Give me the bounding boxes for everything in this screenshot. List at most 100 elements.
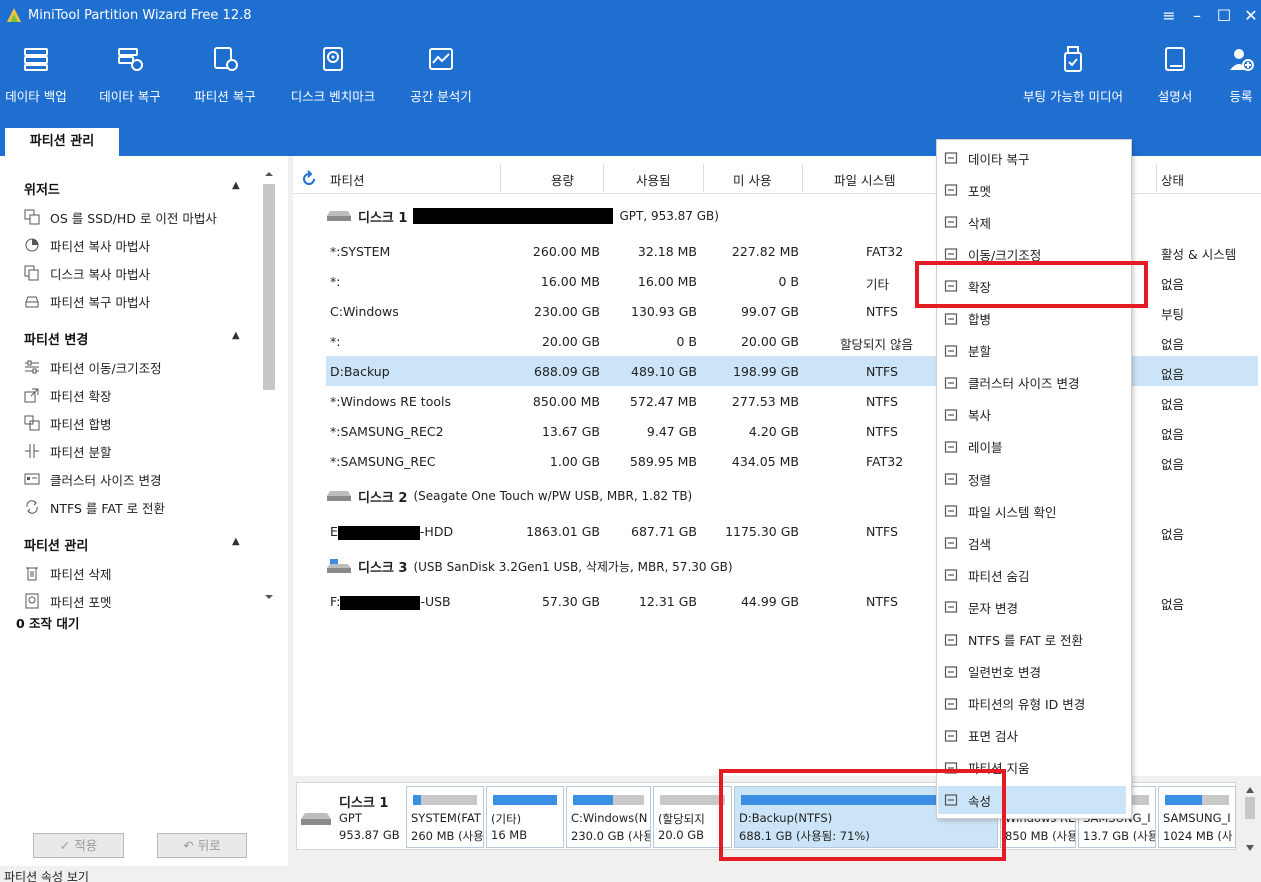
sidebar-item-move-resize[interactable]: 파티션 이동/크기조정 [24,356,162,378]
serial-number-icon [944,665,958,678]
sidebar-item-extend[interactable]: 파티션 확장 [24,384,111,406]
refresh-icon[interactable] [300,170,318,188]
sidebar-item-ntfs-to-fat[interactable]: NTFS 를 FAT 로 전환 [24,496,165,518]
used-cell: 589.95 MB [629,454,697,469]
partition-block[interactable]: SAMSUNG_I 1024 MB (사 [1158,786,1236,848]
sidebar-item-merge[interactable]: 파티션 합병 [24,412,111,434]
sidebar-scroll-thumb[interactable] [263,184,275,390]
partition-block[interactable]: C:Windows(N 230.0 GB (사용 [566,786,651,848]
cluster-size-icon [24,473,40,485]
menu-item-surface-test[interactable]: 표면 검사 [938,722,1126,750]
hide-partition-icon [944,569,958,581]
toolbar-data-backup-button[interactable]: 데이타 백업 [0,46,72,116]
collapse-caret-icon[interactable]: ▲ [232,330,240,341]
partition-name: *:Windows RE tools [330,394,451,409]
toolbar-manual-button[interactable]: 설명서 [1150,46,1200,116]
menu-item-data-recovery[interactable]: 데이타 복구 [938,144,1126,172]
partition-block-size: 16 MB [491,828,528,842]
toolbar-label: 설명서 [1157,89,1193,104]
sidebar-item-label: 파티션 이동/크기조정 [50,360,162,376]
status-cell: 없음 [1161,277,1185,292]
menu-item-label: 검색 [968,536,992,552]
menu-item-split[interactable]: 분할 [938,337,1126,365]
menu-item-label: 클러스터 사이즈 변경 [968,376,1080,392]
menu-item-change-type-id[interactable]: 파티션의 유형 ID 변경 [938,690,1126,718]
used-cell: 130.93 GB [631,304,697,319]
usage-bar-fill [413,795,421,805]
capacity-cell: 13.67 GB [541,424,600,439]
partition-block[interactable]: (기타) 16 MB [486,786,564,848]
disk-info: GPT, 953.87 GB) [619,209,719,223]
filesystem-cell: FAT32 [866,454,904,469]
close-icon[interactable]: ✕ [1241,6,1261,26]
unused-cell: 4.20 GB [748,424,799,439]
status-cell: 없음 [1161,337,1185,352]
data-recovery-icon [944,152,958,164]
filesystem-cell: NTFS [866,594,898,609]
menu-item-check-filesystem[interactable]: 파일 시스템 확인 [938,497,1126,525]
menu-item-label: 포멧 [968,183,992,199]
column-header-filesystem[interactable]: 파일 시스템 [834,170,895,189]
maximize-icon[interactable]: ☐ [1214,6,1234,26]
sidebar-item-copy-partition[interactable]: 파티션 복사 마법사 [24,234,150,256]
column-header-status[interactable]: 상태 [1161,170,1184,189]
column-header-used[interactable]: 사용됨 [636,170,671,189]
sidebar-item-copy-disk[interactable]: 디스크 복사 마법사 [24,262,150,284]
capacity-cell: 260.00 MB [532,244,600,259]
sidebar-item-cluster-size[interactable]: 클러스터 사이즈 변경 [24,468,161,490]
menu-item-format[interactable]: 포멧 [938,176,1126,204]
menu-item-align[interactable]: 정렬 [938,465,1126,493]
menu-item-label: 복사 [968,408,992,424]
tab-partition-management[interactable]: 파티션 관리 [5,128,119,156]
toolbar-disk-benchmark-button[interactable]: 디스크 벤치마크 [283,46,383,116]
sidebar-item-delete[interactable]: 파티션 삭제 [24,562,111,584]
menu-item-change-serial[interactable]: 일련번호 변경 [938,658,1126,686]
usage-bar-fill [573,795,613,805]
column-header-partition[interactable]: 파티션 [330,170,365,189]
menu-item-delete[interactable]: 삭제 [938,208,1126,236]
menu-item-ntfs-to-fat[interactable]: NTFS 를 FAT 로 전환 [938,626,1126,654]
collapse-caret-icon[interactable]: ▲ [232,536,240,547]
menu-item-label: 합병 [968,312,992,327]
move-resize-icon [944,248,958,260]
sidebar-item-split[interactable]: 파티션 분할 [24,440,111,462]
menu-item-hide-partition[interactable]: 파티션 숨김 [938,561,1126,589]
toolbar-data-recovery-button[interactable]: 데이타 복구 [94,46,166,116]
sidebar-section-change-title: 파티션 변경 [24,333,89,348]
filesystem-cell: NTFS [866,424,898,439]
disk-3-row[interactable]: 디스크 3 (USB SanDisk 3.2Gen1 USB, 삭제가능, MB… [326,555,733,577]
hard-disk-icon [327,211,351,221]
menu-item-merge[interactable]: 합병 [938,305,1126,333]
disk-2-row[interactable]: 디스크 2 (Seagate One Touch w/PW USB, MBR, … [326,485,692,507]
unused-cell: 44.99 GB [740,594,799,609]
menu-icon[interactable]: ≡ [1159,6,1179,26]
toolbar-space-analyzer-button[interactable]: 공간 분석기 [404,46,478,116]
partition-block[interactable]: SYSTEM(FAT 260 MB (사용 [406,786,484,848]
column-header-capacity[interactable]: 용량 [551,170,574,189]
partition-block-size: 20.0 GB [658,828,705,842]
redacted-block [413,208,614,224]
copy-partition-icon [25,238,39,252]
collapse-caret-icon[interactable]: ▲ [232,180,240,191]
undo-button[interactable]: ↶ 뒤로 [157,833,247,858]
sidebar-item-format[interactable]: 파티션 포멧 [24,590,111,612]
menu-item-cluster-size[interactable]: 클러스터 사이즈 변경 [938,369,1126,397]
unused-cell: 227.82 MB [731,244,799,259]
cluster-size-icon [944,377,958,389]
sidebar-item-recover-partition[interactable]: 파티션 복구 마법사 [24,290,150,312]
toolbar-register-button[interactable]: 등록 [1222,46,1260,116]
unused-cell: 198.99 GB [733,364,799,379]
disk-1-row[interactable]: 디스크 1 GPT, 953.87 GB) [326,205,719,227]
menu-item-change-letter[interactable]: 문자 변경 [938,593,1126,621]
toolbar-bootable-media-button[interactable]: 부팅 가능한 미디어 [1014,46,1132,116]
apply-button[interactable]: ✓ 적용 [33,833,124,858]
partition-letter: E [330,524,338,539]
minimize-icon[interactable]: – [1187,6,1207,26]
menu-item-explore[interactable]: 검색 [938,529,1126,557]
column-header-unused[interactable]: 미 사용 [733,170,771,189]
sidebar-item-migrate-os[interactable]: OS 를 SSD/HD 로 이전 마법사 [24,206,217,228]
toolbar-partition-recovery-button[interactable]: 파티션 복구 [189,46,261,116]
menu-item-copy[interactable]: 복사 [938,401,1126,429]
menu-item-label[interactable]: 레이블 [938,433,1126,461]
diskmap-scrollbar[interactable] [1242,783,1258,855]
